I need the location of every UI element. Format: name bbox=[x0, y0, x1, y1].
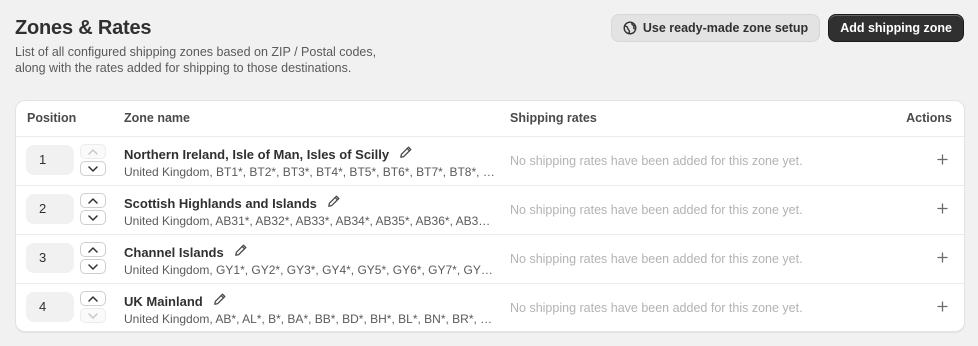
chevron-up-icon bbox=[88, 246, 98, 253]
table-header: Position Zone name Shipping rates Action… bbox=[16, 101, 964, 137]
column-header-position: Position bbox=[27, 111, 77, 125]
move-up-button[interactable] bbox=[80, 242, 106, 257]
zone-postal-codes: United Kingdom, GY1*, GY2*, GY3*, GY4*, … bbox=[124, 263, 496, 277]
move-up-button[interactable] bbox=[80, 193, 106, 208]
move-down-button[interactable] bbox=[80, 210, 106, 225]
pencil-icon[interactable] bbox=[234, 243, 248, 262]
shipping-rates-empty-text: No shipping rates have been added for th… bbox=[510, 252, 803, 266]
plus-icon[interactable] bbox=[934, 249, 950, 265]
table-row: 2 Scottish Highlands and Islands United … bbox=[16, 186, 964, 235]
plus-icon[interactable] bbox=[934, 200, 950, 216]
use-ready-made-zone-setup-label: Use ready-made zone setup bbox=[642, 21, 809, 35]
description-line-1: List of all configured shipping zones ba… bbox=[15, 45, 377, 59]
pencil-icon[interactable] bbox=[213, 292, 227, 311]
zone-postal-codes: United Kingdom, BT1*, BT2*, BT3*, BT4*, … bbox=[124, 165, 496, 179]
chevron-down-icon bbox=[88, 312, 98, 319]
move-down-button[interactable] bbox=[80, 308, 106, 323]
zone-cell: Channel Islands United Kingdom, GY1*, GY… bbox=[124, 244, 504, 277]
zones-rates-page: Zones & Rates List of all configured shi… bbox=[0, 0, 978, 346]
position-input[interactable]: 2 bbox=[26, 194, 74, 224]
use-ready-made-zone-setup-button[interactable]: Use ready-made zone setup bbox=[610, 14, 821, 42]
zone-cell: Northern Ireland, Isle of Man, Isles of … bbox=[124, 146, 504, 179]
zone-name: Channel Islands bbox=[124, 245, 224, 260]
move-down-button[interactable] bbox=[80, 161, 106, 176]
column-header-actions: Actions bbox=[906, 111, 952, 125]
pencil-icon[interactable] bbox=[327, 194, 341, 213]
position-stepper bbox=[80, 144, 106, 176]
column-header-zone-name: Zone name bbox=[124, 111, 190, 125]
description-line-2: along with the rates added for shipping … bbox=[15, 61, 352, 75]
globe-icon bbox=[623, 21, 637, 35]
zone-postal-codes: United Kingdom, AB31*, AB32*, AB33*, AB3… bbox=[124, 214, 496, 228]
table-row: 4 UK Mainland United Kingdom, AB*, AL*, … bbox=[16, 284, 964, 331]
chevron-up-icon bbox=[88, 197, 98, 204]
plus-icon[interactable] bbox=[934, 151, 950, 167]
chevron-up-icon bbox=[88, 148, 98, 155]
position-stepper bbox=[80, 193, 106, 225]
zones-table: Position Zone name Shipping rates Action… bbox=[15, 100, 965, 332]
shipping-rates-empty-text: No shipping rates have been added for th… bbox=[510, 301, 803, 315]
pencil-icon[interactable] bbox=[399, 145, 413, 164]
zone-postal-codes: United Kingdom, AB*, AL*, B*, BA*, BB*, … bbox=[124, 312, 496, 326]
shipping-rates-empty-text: No shipping rates have been added for th… bbox=[510, 154, 803, 168]
zone-name: UK Mainland bbox=[124, 294, 203, 309]
position-input[interactable]: 4 bbox=[26, 292, 74, 322]
zone-name: Scottish Highlands and Islands bbox=[124, 196, 317, 211]
position-stepper bbox=[80, 291, 106, 323]
zone-cell: UK Mainland United Kingdom, AB*, AL*, B*… bbox=[124, 293, 504, 326]
chevron-up-icon bbox=[88, 295, 98, 302]
column-header-shipping-rates: Shipping rates bbox=[510, 111, 597, 125]
move-up-button[interactable] bbox=[80, 291, 106, 306]
position-stepper bbox=[80, 242, 106, 274]
shipping-rates-empty-text: No shipping rates have been added for th… bbox=[510, 203, 803, 217]
chevron-down-icon bbox=[88, 263, 98, 270]
move-down-button[interactable] bbox=[80, 259, 106, 274]
chevron-down-icon bbox=[88, 214, 98, 221]
plus-icon[interactable] bbox=[934, 298, 950, 314]
move-up-button[interactable] bbox=[80, 144, 106, 159]
page-description: List of all configured shipping zones ba… bbox=[15, 44, 415, 76]
chevron-down-icon bbox=[88, 165, 98, 172]
table-row: 3 Channel Islands United Kingdom, GY1*, … bbox=[16, 235, 964, 284]
position-input[interactable]: 3 bbox=[26, 243, 74, 273]
add-shipping-zone-label: Add shipping zone bbox=[840, 21, 952, 35]
page-header: Zones & Rates List of all configured shi… bbox=[15, 14, 964, 84]
table-row: 1 Northern Ireland, Isle of Man, Isles o… bbox=[16, 137, 964, 186]
add-shipping-zone-button[interactable]: Add shipping zone bbox=[828, 14, 964, 42]
zone-cell: Scottish Highlands and Islands United Ki… bbox=[124, 195, 504, 228]
zone-name: Northern Ireland, Isle of Man, Isles of … bbox=[124, 147, 390, 162]
header-actions: Use ready-made zone setup Add shipping z… bbox=[610, 14, 964, 42]
position-input[interactable]: 1 bbox=[26, 145, 74, 175]
